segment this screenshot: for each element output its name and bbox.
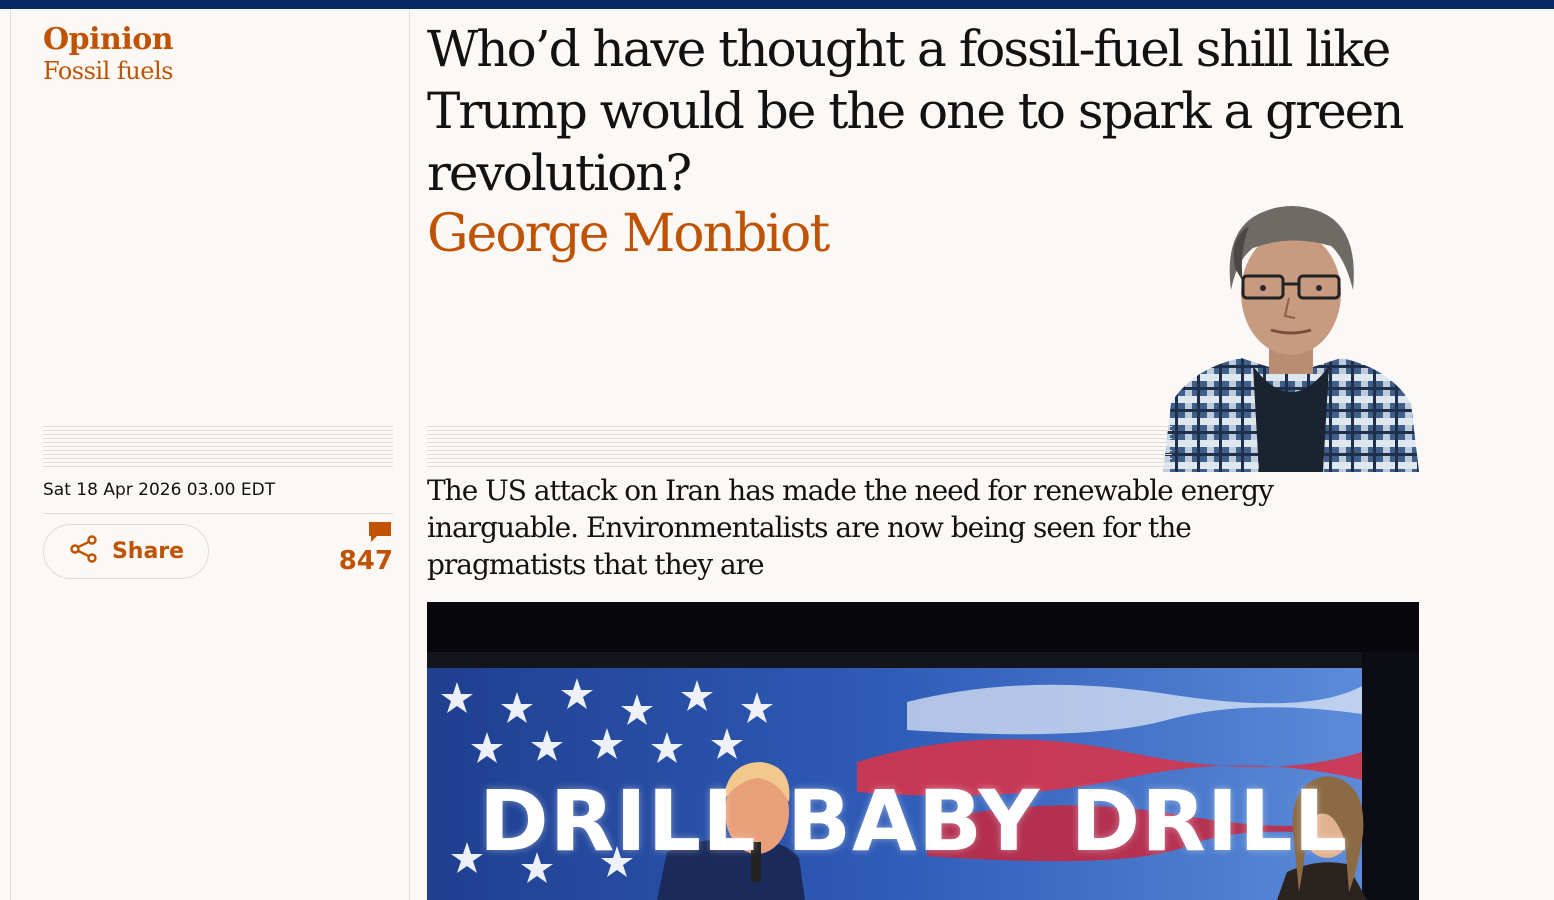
share-icon bbox=[68, 533, 100, 571]
left-rule-lines bbox=[43, 426, 393, 470]
section-kicker[interactable]: Opinion bbox=[43, 24, 393, 56]
top-bar bbox=[0, 0, 1554, 9]
comment-bubble-icon bbox=[369, 522, 391, 542]
comment-count: 847 bbox=[338, 546, 393, 576]
article-standfirst: The US attack on Iran has made the need … bbox=[427, 474, 1274, 581]
article-headline: Who’d have thought a fossil-fuel shill l… bbox=[427, 20, 1404, 202]
series-tag[interactable]: Fossil fuels bbox=[43, 56, 393, 86]
column-divider bbox=[409, 9, 410, 900]
main-rule-lines bbox=[427, 426, 1172, 470]
meta-divider bbox=[43, 513, 393, 514]
share-label: Share bbox=[111, 539, 185, 564]
section-labels: Opinion Fossil fuels bbox=[43, 24, 393, 86]
author-portrait bbox=[1163, 198, 1419, 472]
left-gutter-line bbox=[10, 9, 11, 900]
author-byline[interactable]: George Monbiot bbox=[427, 202, 830, 266]
share-button[interactable]: Share bbox=[43, 524, 209, 579]
banner-text: DRILL BABY DRILL bbox=[479, 772, 1349, 870]
publish-date: Sat 18 Apr 2026 03.00 EDT bbox=[43, 480, 276, 500]
main-article-image[interactable]: DRILL BABY DRILL bbox=[427, 602, 1419, 900]
comments-link[interactable]: 847 bbox=[320, 520, 393, 576]
